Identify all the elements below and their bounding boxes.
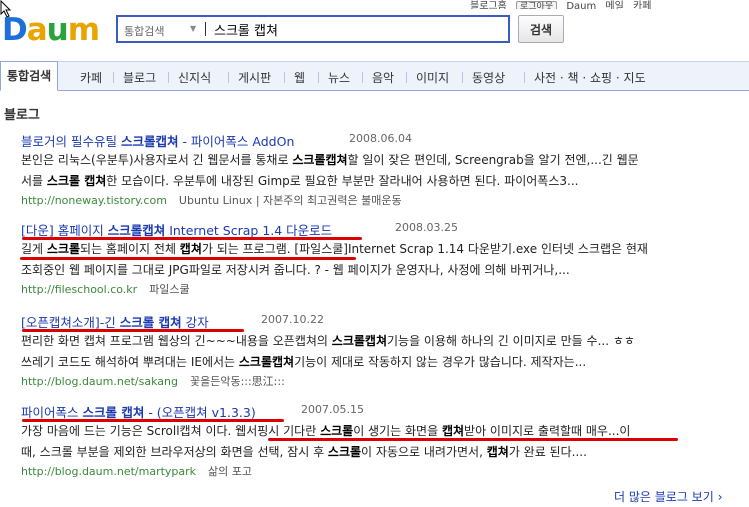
result-blog-meta: Ubuntu Linux | 자본주의 최고권력은 불매운동 xyxy=(178,194,402,207)
highlight-keyword: 스크롤 xyxy=(46,242,81,256)
top-links: 블로그홈 로그아웃 Daum 메일 카페 xyxy=(470,0,749,9)
search-box: 통합검색 ▼ xyxy=(116,15,510,43)
result-url: http://blog.daum.net/sakang 꽃을든악동:::思江::: xyxy=(21,373,749,389)
search-category-select[interactable]: 통합검색 xyxy=(124,23,164,39)
tab-image[interactable]: 이미지 xyxy=(416,69,449,86)
result-date: 2007.10.22 xyxy=(261,313,324,326)
result-url: http://fileschool.co.kr 파일스쿨 xyxy=(21,281,749,297)
logout-button[interactable]: 로그아웃 xyxy=(516,1,558,9)
search-divider xyxy=(205,22,206,36)
result-date: 2007.05.15 xyxy=(301,403,364,416)
result-url: http://noneway.tistory.com Ubuntu Linux |… xyxy=(21,192,749,208)
tab-cafe[interactable]: 카페 xyxy=(80,69,102,86)
tab-blog[interactable]: 블로그 xyxy=(123,69,156,86)
tab-video[interactable]: 동영상 xyxy=(472,69,505,86)
result-blog-meta: 꽃을든악동:::思江::: xyxy=(189,375,285,388)
daum-logo[interactable]: Daum xyxy=(2,10,102,50)
highlight-keyword: 스크롤캡쳐 xyxy=(331,334,387,348)
search-button[interactable]: 검색 xyxy=(518,15,564,43)
result-date: 2008.06.04 xyxy=(349,132,412,145)
highlight-keyword: 캡쳐 xyxy=(486,445,509,459)
tab-dictionary-book-shopping-map[interactable]: 사전 · 책 · 쇼핑 · 지도 xyxy=(534,69,646,86)
dropdown-arrow-icon[interactable]: ▼ xyxy=(190,24,196,33)
result-date: 2008.03.25 xyxy=(395,221,458,234)
highlight-keyword: 스크롤캡쳐 xyxy=(292,153,348,167)
red-annotation-underline xyxy=(268,438,678,441)
highlight-keyword: 스크롤 캡쳐 xyxy=(46,174,107,188)
tab-divider xyxy=(406,72,407,83)
highlight-keyword: 캡쳐 xyxy=(441,424,465,438)
highlight-keyword: 스크롤 xyxy=(320,424,354,438)
more-blog-link[interactable]: 더 많은 블로그 보기 › xyxy=(614,488,723,505)
red-annotation-underline xyxy=(22,237,362,240)
tab-integrated[interactable]: 통합검색 xyxy=(0,61,59,91)
search-tabs: 통합검색 카페 블로그 신지식 게시판 웹 뉴스 음악 이미지 동영상 사전 ·… xyxy=(0,61,749,91)
tab-divider xyxy=(284,72,285,83)
tab-divider xyxy=(524,72,525,83)
result-url-link[interactable]: http://fileschool.co.kr xyxy=(21,283,137,296)
result-snippet-line: 본인은 리눅스(우분투)사용자로서 긴 웹문서를 통채로 스크롤캡쳐할 일이 잦… xyxy=(21,153,639,167)
result-url-link[interactable]: http://blog.daum.net/martypark xyxy=(21,465,196,478)
tab-knowledge[interactable]: 신지식 xyxy=(178,69,211,86)
result-snippet-line: 조회중인 웹 페이지를 그대로 JPG파일로 저장시켜 줍니다. ? - 웹 페… xyxy=(21,263,570,277)
result-snippet-line: 때, 스크롤 부분을 제외한 브라우저상의 화면을 선택, 잠시 후 스크롤이 … xyxy=(21,445,587,459)
tab-board[interactable]: 게시판 xyxy=(238,69,271,86)
chevron-right-icon: › xyxy=(717,490,723,504)
tab-divider xyxy=(362,72,363,83)
top-link-cafe[interactable]: 카페 xyxy=(633,1,651,9)
tab-divider xyxy=(318,72,319,83)
tab-web[interactable]: 웹 xyxy=(294,69,305,86)
tab-news[interactable]: 뉴스 xyxy=(328,69,350,86)
result-url-link[interactable]: http://noneway.tistory.com xyxy=(21,194,167,207)
tab-divider xyxy=(168,72,169,83)
top-link-blog-home[interactable]: 블로그홈 xyxy=(470,1,507,9)
result-blog-meta: 삶의 포고 xyxy=(208,465,253,478)
highlight-keyword: 스크롤 xyxy=(327,445,362,459)
result-blog-meta: 파일스쿨 xyxy=(149,283,190,296)
highlight-keyword: 스크롤캡쳐 xyxy=(238,355,295,369)
result-snippet-line: 쓰레기 코드도 해석하여 뿌려대는 IE에서는 스크롤캡쳐기능이 제대로 작동하… xyxy=(21,355,587,369)
result-url: http://blog.daum.net/martypark 삶의 포고 xyxy=(21,463,749,479)
red-annotation-underline xyxy=(20,257,356,260)
tab-divider xyxy=(462,72,463,83)
tab-divider xyxy=(113,72,114,83)
top-link-daum[interactable]: Daum xyxy=(566,1,596,9)
search-input[interactable] xyxy=(214,18,504,40)
result-snippet-line: 서를 스크롤 캡쳐한 모습이다. 우분투에 내장된 Gimp로 필요한 부분만 … xyxy=(21,174,579,188)
highlight-keyword: 캡쳐 xyxy=(179,242,202,256)
top-link-mail[interactable]: 메일 xyxy=(605,1,623,9)
red-annotation-underline xyxy=(22,419,284,422)
blog-result: [오픈캡쳐소개]-긴 스크롤 캡쳐 강자 2007.10.22 편리한 화면 캡… xyxy=(21,312,749,389)
tab-music[interactable]: 음악 xyxy=(372,69,394,86)
section-title-blog: 블로그 xyxy=(4,108,40,123)
result-url-link[interactable]: http://blog.daum.net/sakang xyxy=(21,375,178,388)
red-annotation-underline xyxy=(22,329,244,332)
result-snippet-line: 편리한 화면 캡쳐 프로그램 웹상의 긴~~~내용을 오픈캡쳐의 스크롤캡쳐기능… xyxy=(21,334,635,348)
blog-result: 블로거의 필수유틸 스크롤캡쳐 - 파이어폭스 AddOn 2008.06.04… xyxy=(21,131,749,208)
tab-divider xyxy=(228,72,229,83)
